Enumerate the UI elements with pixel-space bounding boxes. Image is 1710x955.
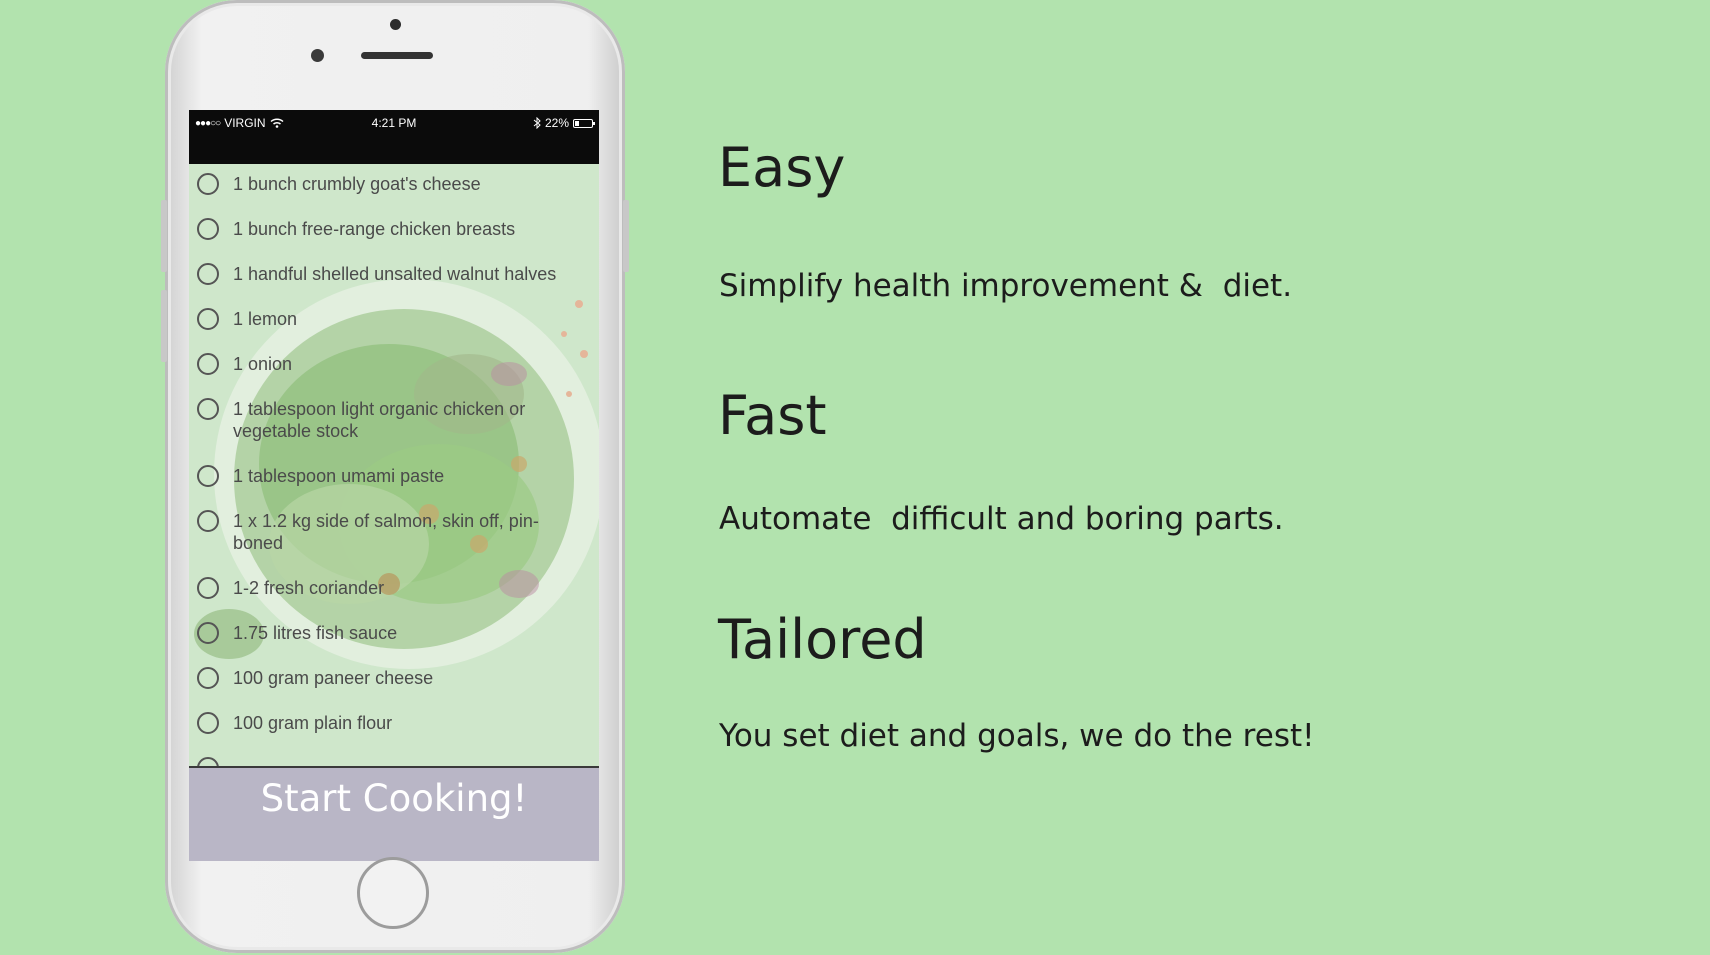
- status-bar: ●●●○○ VIRGIN 4:21 PM 22%: [189, 110, 599, 164]
- feature-title-fast: Fast: [718, 384, 827, 447]
- checkbox-circle-icon[interactable]: [197, 757, 219, 766]
- battery-percent: 22%: [544, 116, 569, 130]
- checkbox-circle-icon[interactable]: [197, 712, 219, 734]
- earpiece-speaker: [361, 52, 433, 59]
- checkbox-circle-icon[interactable]: [197, 398, 219, 420]
- checkbox-circle-icon[interactable]: [197, 218, 219, 240]
- ingredient-label: 1 bunch free-range chicken breasts: [233, 219, 516, 239]
- power-button: [623, 200, 629, 272]
- checkbox-circle-icon[interactable]: [197, 308, 219, 330]
- front-camera: [390, 19, 401, 30]
- list-item[interactable]: 1 x 1.2 kg side of salmon, skin off, pin…: [197, 510, 597, 554]
- checkbox-circle-icon[interactable]: [197, 510, 219, 532]
- ingredient-label: 1 bunch crumbly goat's cheese: [233, 174, 481, 194]
- list-item[interactable]: 1 onion: [197, 353, 597, 375]
- phone-screen: ●●●○○ VIRGIN 4:21 PM 22% 1 bunch crumbly…: [189, 110, 599, 861]
- volume-up-button: [161, 200, 167, 272]
- volume-down-button: [161, 290, 167, 362]
- list-item[interactable]: 100 gram plain flour: [197, 712, 597, 734]
- list-item[interactable]: 1 bunch crumbly goat's cheese: [197, 173, 597, 195]
- feature-description-easy: Simplify health improvement & diet.: [719, 268, 1293, 304]
- status-right: 22%: [533, 116, 595, 130]
- checkbox-circle-icon[interactable]: [197, 622, 219, 644]
- ingredient-label: 100 gram paneer cheese: [233, 668, 434, 688]
- list-item[interactable]: 100 gram paneer cheese: [197, 667, 597, 689]
- list-item[interactable]: 1-2 fresh coriander: [197, 577, 597, 599]
- feature-title-tailored: Tailored: [718, 608, 927, 671]
- list-item[interactable]: 1 handful shelled unsalted walnut halves: [197, 263, 597, 285]
- ingredient-label: 1 lemon: [233, 309, 298, 329]
- checkbox-circle-icon[interactable]: [197, 577, 219, 599]
- ingredient-screen: 1 bunch crumbly goat's cheese 1 bunch fr…: [189, 164, 599, 766]
- bluetooth-icon: [533, 117, 541, 129]
- battery-icon: [573, 118, 595, 128]
- checkbox-circle-icon[interactable]: [197, 263, 219, 285]
- feature-title-easy: Easy: [718, 136, 846, 199]
- list-item[interactable]: 1 tablespoon umami paste: [197, 465, 597, 487]
- start-cooking-button[interactable]: Start Cooking!: [189, 766, 599, 861]
- ingredient-label: 1 tablespoon umami paste: [233, 466, 445, 486]
- ingredient-label: 1 tablespoon light organic chicken or ve…: [233, 399, 526, 441]
- checkbox-circle-icon[interactable]: [197, 173, 219, 195]
- list-item[interactable]: 1 lemon: [197, 308, 597, 330]
- ingredient-label: 1 onion: [233, 354, 293, 374]
- checkbox-circle-icon[interactable]: [197, 353, 219, 375]
- ingredient-label: 1-2 fresh coriander: [233, 578, 385, 598]
- list-item[interactable]: 1 bunch free-range chicken breasts: [197, 218, 597, 240]
- home-button: [357, 857, 429, 929]
- list-item[interactable]: 1 tablespoon light organic chicken or ve…: [197, 398, 597, 442]
- ingredient-label: 1 handful shelled unsalted walnut halves: [233, 264, 557, 284]
- checkbox-circle-icon[interactable]: [197, 465, 219, 487]
- checkbox-circle-icon[interactable]: [197, 667, 219, 689]
- ingredient-label: 1 x 1.2 kg side of salmon, skin off, pin…: [233, 511, 539, 553]
- phone-mockup: ●●●○○ VIRGIN 4:21 PM 22% 1 bunch crumbly…: [161, 0, 629, 953]
- list-item[interactable]: 1.75 litres fish sauce: [197, 622, 597, 644]
- list-item[interactable]: [197, 757, 597, 766]
- feature-description-tailored: You set diet and goals, we do the rest!: [719, 718, 1315, 754]
- ingredient-label: 1.75 litres fish sauce: [233, 623, 398, 643]
- feature-description-fast: Automate difficult and boring parts.: [719, 501, 1284, 537]
- ingredient-label: 100 gram plain flour: [233, 713, 393, 733]
- proximity-sensor: [311, 49, 324, 62]
